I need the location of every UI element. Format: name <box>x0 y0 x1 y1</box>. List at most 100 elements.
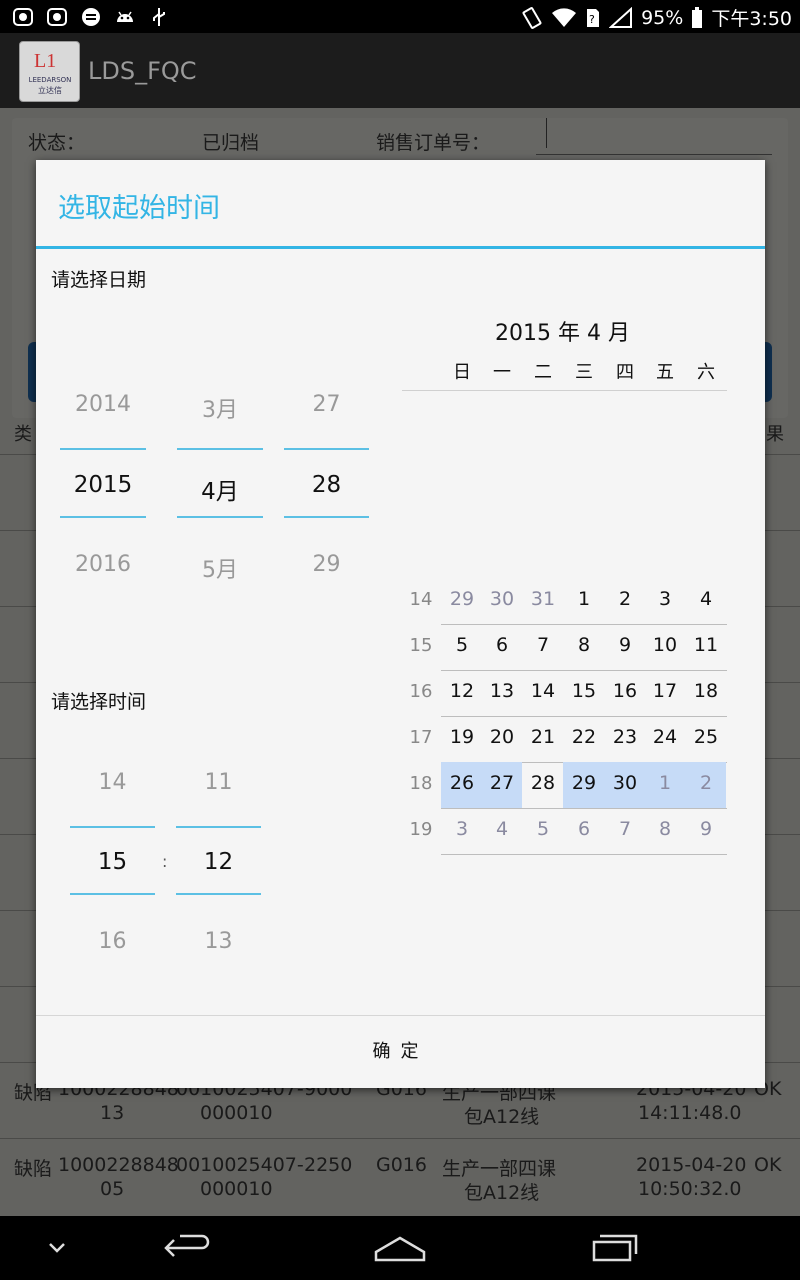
confirm-button[interactable]: 确定 <box>36 1016 765 1088</box>
calendar-day[interactable]: 5 <box>523 818 563 840</box>
calendar-row-divider <box>441 670 727 671</box>
android-icon <box>117 11 133 22</box>
calendar-day[interactable]: 17 <box>645 680 685 702</box>
calendar-day[interactable]: 15 <box>564 680 604 702</box>
logo-mark: L1 <box>34 50 57 72</box>
status-value[interactable]: 已归档 <box>202 128 259 155</box>
clock: 下午3:50 <box>711 8 792 30</box>
week-number: 15 <box>409 635 433 656</box>
calendar-day[interactable]: 20 <box>482 726 522 748</box>
weekday-header: 日 <box>453 362 471 383</box>
week-number: 19 <box>409 819 433 840</box>
calendar-day[interactable]: 5 <box>442 634 482 656</box>
battery-icon <box>692 6 703 28</box>
calendar-day[interactable]: 9 <box>605 634 645 656</box>
weekday-header: 六 <box>697 362 715 383</box>
calendar-day[interactable]: 24 <box>645 726 685 748</box>
calendar-day[interactable]: 9 <box>686 818 726 840</box>
date-time-dialog: 选取起始时间 请选择日期 2014 2015 2016 3月 4月 5月 27 … <box>36 160 765 1088</box>
selected-hour[interactable]: 15 <box>70 849 155 875</box>
calendar-day[interactable]: 25 <box>686 726 726 748</box>
calendar-day[interactable]: 6 <box>482 634 522 656</box>
title-divider <box>36 246 765 249</box>
calendar-day[interactable]: 29 <box>564 772 604 794</box>
app-logo[interactable]: L1 LEEDARSON 立达信 <box>19 41 80 102</box>
calendar-day[interactable]: 1 <box>564 588 604 610</box>
svg-text:?: ? <box>589 13 595 26</box>
weekday-header: 一 <box>493 362 511 383</box>
logo-cn: 立达信 <box>38 86 62 95</box>
chevron-down-icon[interactable] <box>44 1230 70 1266</box>
calendar-day[interactable]: 23 <box>605 726 645 748</box>
calendar-day[interactable]: 10 <box>645 634 685 656</box>
calendar-day[interactable]: 13 <box>482 680 522 702</box>
home-icon[interactable] <box>372 1230 428 1266</box>
selected-month[interactable]: 4月 <box>177 472 263 506</box>
status-bar: ? 95% 下午3:50 <box>0 0 800 33</box>
calendar-day[interactable]: 8 <box>645 818 685 840</box>
calendar-day[interactable]: 7 <box>523 634 563 656</box>
weekday-header: 三 <box>575 362 593 383</box>
selected-day[interactable]: 28 <box>284 472 369 498</box>
notification-icon <box>47 8 67 26</box>
notification-icon <box>13 8 33 26</box>
time-separator: : <box>162 852 168 871</box>
calendar-month-header: 2015 年 4 月 <box>495 321 630 346</box>
calendar-day[interactable]: 30 <box>605 772 645 794</box>
weekday-header: 五 <box>656 362 674 383</box>
calendar-row-divider <box>441 808 727 809</box>
vibrate-icon <box>522 6 542 29</box>
navigation-bar <box>0 1216 800 1280</box>
calendar-day[interactable]: 2 <box>686 772 726 794</box>
calendar-day[interactable]: 27 <box>482 772 522 794</box>
calendar-day[interactable]: 4 <box>686 588 726 610</box>
time-section-label: 请选择时间 <box>51 691 147 713</box>
date-section-label: 请选择日期 <box>51 269 147 291</box>
calendar-day[interactable]: 3 <box>442 818 482 840</box>
calendar-day[interactable]: 11 <box>686 634 726 656</box>
calendar-day[interactable]: 19 <box>442 726 482 748</box>
recent-apps-icon[interactable] <box>588 1230 640 1266</box>
order-label: 销售订单号： <box>376 132 491 154</box>
calendar-day[interactable]: 16 <box>605 680 645 702</box>
calendar-day[interactable]: 4 <box>482 818 522 840</box>
wifi-icon <box>552 7 577 27</box>
order-input[interactable] <box>536 154 772 155</box>
calendar-day[interactable]: 22 <box>564 726 604 748</box>
week-number: 18 <box>409 773 433 794</box>
col-type-header: 类 <box>14 424 32 445</box>
status-label: 状态： <box>28 132 86 154</box>
order-input-cursor <box>546 118 547 148</box>
calendar-day[interactable]: 31 <box>523 588 563 610</box>
col-result-header: 果 <box>766 424 784 445</box>
sim-icon: ? <box>587 8 600 27</box>
calendar-day[interactable]: 3 <box>645 588 685 610</box>
calendar-day[interactable]: 12 <box>442 680 482 702</box>
logo-text: LEEDARSON <box>28 76 72 84</box>
week-number: 17 <box>409 727 433 748</box>
weekday-header: 四 <box>616 362 634 383</box>
calendar-day[interactable]: 29 <box>442 588 482 610</box>
calendar-day[interactable]: 30 <box>482 588 522 610</box>
signal-icon <box>609 6 633 28</box>
calendar-day[interactable]: 14 <box>523 680 563 702</box>
back-icon[interactable] <box>160 1230 214 1266</box>
calendar-row-divider <box>441 854 727 855</box>
calendar-day[interactable]: 26 <box>442 772 482 794</box>
week-number: 16 <box>409 681 433 702</box>
app-bar: L1 LEEDARSON 立达信 LDS_FQC <box>0 33 800 108</box>
dialog-title: 选取起始时间 <box>58 193 220 224</box>
calendar-day[interactable]: 7 <box>605 818 645 840</box>
calendar-day-selected[interactable]: 28 <box>523 772 563 794</box>
calendar-day[interactable]: 18 <box>686 680 726 702</box>
calendar-day[interactable]: 2 <box>605 588 645 610</box>
selected-minute[interactable]: 12 <box>176 849 261 875</box>
battery-percent: 95% <box>641 6 684 29</box>
weekday-header: 二 <box>534 362 552 383</box>
selected-year[interactable]: 2015 <box>60 472 146 498</box>
app-title: LDS_FQC <box>88 57 197 85</box>
calendar-day[interactable]: 21 <box>523 726 563 748</box>
calendar-day[interactable]: 1 <box>645 772 685 794</box>
calendar-day[interactable]: 8 <box>564 634 604 656</box>
calendar-day[interactable]: 6 <box>564 818 604 840</box>
